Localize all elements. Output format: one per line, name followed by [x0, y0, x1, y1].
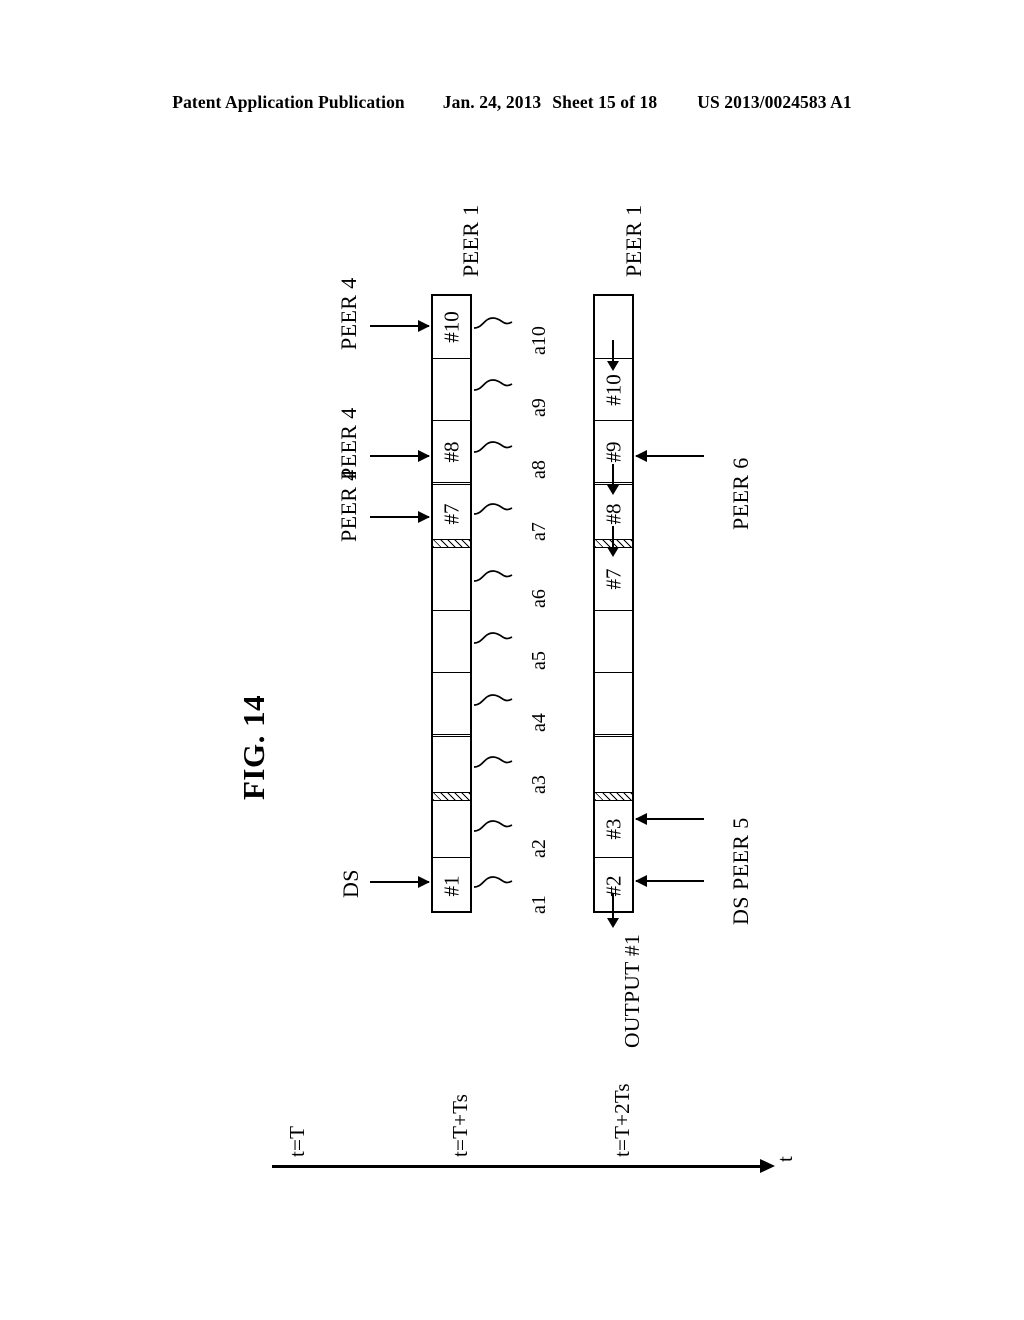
- upper-arrow-from-ds-to-cell1: [370, 876, 430, 888]
- upper-leader-a6: a6: [528, 589, 550, 608]
- upper-hatch-separator-lower: [433, 792, 470, 801]
- upper-leader-a5: a5: [528, 651, 550, 670]
- time-tick-0: t=T: [285, 1125, 309, 1157]
- time-axis-line: [272, 1165, 762, 1168]
- lower-arrow-from-peer6-to-cell9: [635, 450, 704, 462]
- upper-cell-8-label: #8: [439, 441, 463, 462]
- upper-cell-2: [433, 801, 470, 857]
- upper-leader-a1: a1: [528, 895, 550, 914]
- lower-arrow-label-peer6: PEER 6: [728, 457, 753, 530]
- upper-row-peer-label: PEER 1: [458, 204, 483, 277]
- time-tick-2: t=T+2Ts: [610, 1083, 634, 1157]
- upper-leader-a2: a2: [528, 839, 550, 858]
- upper-arrow-label-ds: DS: [338, 869, 363, 898]
- upper-leader-a9: a9: [528, 398, 550, 417]
- upper-leader-a4: a4: [528, 713, 550, 732]
- upper-cell-10-label: #10: [439, 311, 463, 343]
- lower-cell-6-label: #7: [601, 568, 625, 590]
- upper-cell-6: [433, 548, 470, 610]
- upper-cell-7-label: #7: [439, 503, 463, 525]
- lower-output-arrow: [607, 893, 619, 928]
- upper-cell-1-label: #1: [439, 875, 463, 896]
- upper-cell-3: [433, 734, 470, 796]
- upper-leader-a8: a8: [528, 460, 550, 479]
- upper-cell-5: [433, 610, 470, 672]
- upper-cell-10: #10: [433, 296, 470, 358]
- time-tick-1: t=T+Ts: [448, 1093, 472, 1157]
- upper-cell-4: [433, 672, 470, 734]
- lower-shift-arrow-cell7: [607, 526, 619, 557]
- upper-cell-8: #8: [433, 420, 470, 482]
- upper-leader-a3: a3: [528, 775, 550, 794]
- lower-arrow-from-ds-to-cell2: [635, 875, 704, 887]
- upper-timeline-bar: #10 #8 #7 #1: [431, 294, 472, 913]
- lower-cell-5: [595, 610, 632, 672]
- upper-cell-1: #1: [433, 857, 470, 913]
- patent-page: Patent Application Publication Jan. 24, …: [0, 0, 1024, 1320]
- lower-cell-2-label: #3: [601, 818, 625, 840]
- lower-arrow-from-peer5-to-cell3: [635, 813, 704, 825]
- lower-output-label: OUTPUT #1: [620, 934, 644, 1048]
- upper-arrow-from-peer4-to-cell10: [370, 320, 430, 332]
- lower-arrow-label-ds: DS: [728, 896, 753, 925]
- lower-timeline-bar: #10 #9 #8 #7 #3 #2: [593, 294, 634, 913]
- upper-leader-lines: [474, 317, 513, 888]
- upper-hatch-separator-upper: [433, 539, 470, 548]
- upper-leader-a10: a10: [528, 326, 550, 355]
- lower-arrow-label-peer5: PEER 5: [728, 817, 753, 890]
- lower-cell-7-label: #8: [601, 503, 625, 525]
- lower-row-peer-label: PEER 1: [621, 204, 646, 277]
- lower-cell-6: #7: [595, 548, 632, 610]
- time-axis-label: t: [773, 1155, 797, 1162]
- upper-cell-9: [433, 358, 470, 420]
- lower-hatch-separator-lower: [595, 792, 632, 801]
- upper-cell-7: #7: [433, 482, 470, 543]
- lower-shift-arrow-cell10: [607, 340, 619, 371]
- figure-area: FIG. 14 PEER 1 #10 #8 #7 #1 PEER 4 PEER …: [0, 0, 1024, 1320]
- lower-cell-8-label: #9: [601, 441, 625, 462]
- upper-arrow-from-peer4-to-cell8: [370, 450, 430, 462]
- upper-arrow-label-peer4-c10: PEER 4: [336, 277, 361, 350]
- lower-cell-9-label: #10: [601, 373, 625, 406]
- upper-arrow-label-peer4-c7: PEER 4: [336, 469, 361, 542]
- upper-arrow-from-peer4-to-cell7: [370, 511, 430, 523]
- figure-label: FIG. 14: [236, 694, 271, 800]
- lower-shift-arrow-cell8: [607, 464, 619, 495]
- lower-cell-3: [595, 734, 632, 796]
- lower-cell-2: #3: [595, 801, 632, 857]
- upper-leader-a7: a7: [528, 522, 550, 541]
- lower-cell-4: [595, 672, 632, 734]
